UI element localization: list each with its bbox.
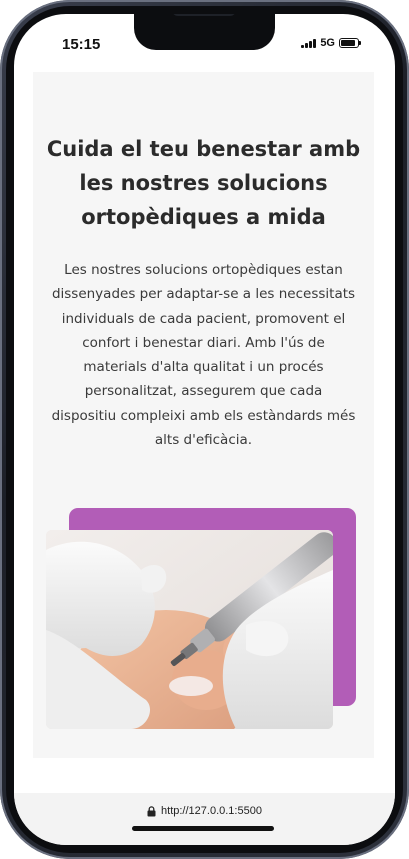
lock-icon bbox=[147, 805, 156, 816]
network-label: 5G bbox=[320, 37, 335, 49]
camera-notch bbox=[134, 14, 275, 50]
browser-address-bar[interactable]: http://127.0.0.1:5500 bbox=[14, 793, 395, 845]
phone-frame: 15:15 5G Cuida el teu benestar amb les n… bbox=[0, 0, 409, 859]
hero-heading: Cuida el teu benestar amb les nostres so… bbox=[46, 137, 361, 229]
url-text[interactable]: http://127.0.0.1:5500 bbox=[161, 805, 262, 817]
status-time: 15:15 bbox=[62, 36, 101, 53]
hero-paragraph: Les nostres solucions ortopèdiques estan… bbox=[51, 262, 356, 449]
phone-screen: 15:15 5G Cuida el teu benestar amb les n… bbox=[14, 14, 395, 845]
speaker-grille bbox=[172, 14, 236, 16]
podiatry-treatment-photo bbox=[46, 530, 333, 729]
hero-section: Cuida el teu benestar amb les nostres so… bbox=[33, 72, 374, 758]
home-indicator[interactable] bbox=[132, 826, 274, 831]
status-indicators: 5G bbox=[301, 37, 361, 49]
signal-icon bbox=[301, 38, 317, 48]
battery-icon bbox=[339, 38, 361, 48]
